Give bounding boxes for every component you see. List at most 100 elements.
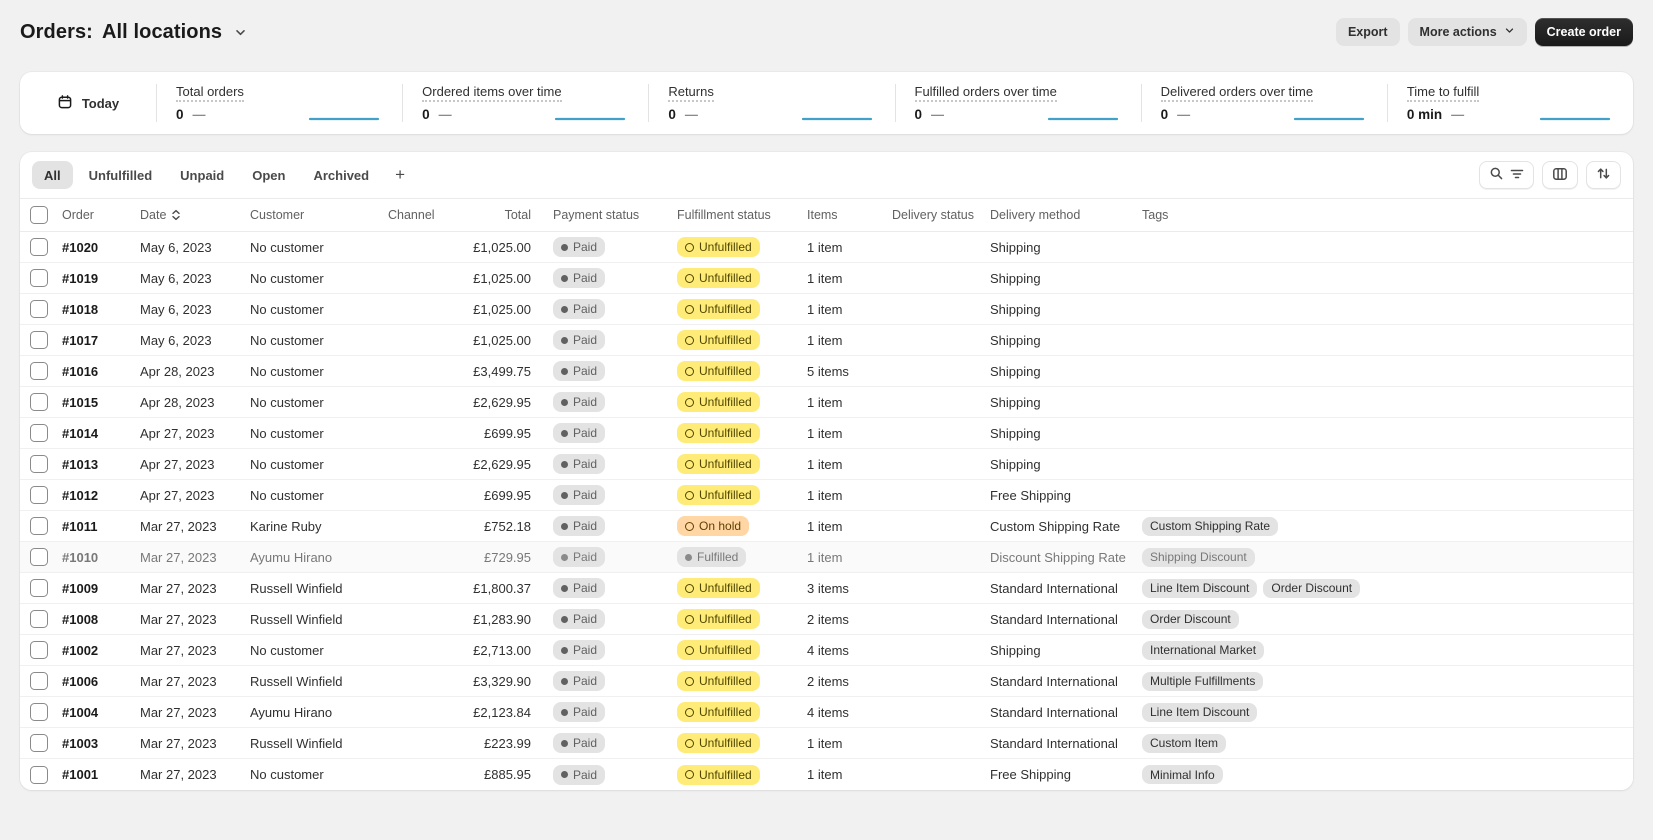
open-circle-icon	[685, 490, 694, 500]
add-view-button[interactable]: +	[385, 161, 415, 189]
location-selector[interactable]: Orders: All locations	[20, 21, 247, 44]
metric-ordered-items-over-time[interactable]: Ordered items over time 0—	[402, 72, 648, 134]
badge-label: On hold	[699, 519, 742, 533]
open-circle-icon	[685, 304, 694, 314]
table-row[interactable]: #1015 Apr 28, 2023 No customer £2,629.95 Pai…	[20, 387, 1633, 418]
customer-name: No customer	[250, 239, 324, 255]
fulfillment-status-cell: Unfulfilled	[677, 733, 807, 753]
create-order-button[interactable]: Create order	[1534, 18, 1633, 46]
metric-delivered-orders-over-time[interactable]: Delivered orders over time 0—	[1140, 72, 1387, 134]
table-row[interactable]: #1013 Apr 27, 2023 No customer £2,629.95 Pai…	[20, 449, 1633, 480]
payment-status-badge: Paid	[553, 454, 606, 474]
delivery-method: Standard International	[990, 735, 1118, 751]
badge-label: Paid	[573, 302, 598, 316]
payment-status-cell: Paid	[553, 268, 677, 288]
row-checkbox[interactable]	[30, 548, 48, 566]
badge-label: Unfulfilled	[699, 581, 752, 595]
table-row[interactable]: #1010 Mar 27, 2023 Ayumu Hirano £729.95 Paid…	[20, 542, 1633, 573]
customer-name: Ayumu Hirano	[250, 704, 333, 720]
tab-all[interactable]: All	[32, 161, 73, 189]
row-checkbox[interactable]	[30, 362, 48, 380]
open-circle-icon	[685, 521, 694, 531]
row-select-cell	[28, 300, 62, 318]
table-row[interactable]: #1009 Mar 27, 2023 Russell Winfield £1,800.…	[20, 573, 1633, 604]
row-checkbox[interactable]	[30, 238, 48, 256]
table-row[interactable]: #1008 Mar 27, 2023 Russell Winfield £1,283.…	[20, 604, 1633, 635]
table-row[interactable]: #1016 Apr 28, 2023 No customer £3,499.75 Pai…	[20, 356, 1633, 387]
columns-icon	[1552, 166, 1568, 185]
more-actions-button[interactable]: More actions	[1407, 18, 1527, 46]
delivery-method: Discount Shipping Rate	[990, 549, 1126, 565]
tag-pill: Custom Item	[1142, 733, 1227, 753]
items-count: 1 item	[807, 301, 843, 317]
row-checkbox[interactable]	[30, 486, 48, 504]
row-checkbox[interactable]	[30, 610, 48, 628]
fulfillment-status-cell: On hold	[677, 516, 807, 536]
export-button[interactable]: Export	[1335, 18, 1400, 46]
row-checkbox[interactable]	[30, 393, 48, 411]
search-icon	[1489, 166, 1504, 184]
row-checkbox[interactable]	[30, 517, 48, 535]
order-date: Mar 27, 2023	[140, 642, 217, 658]
table-row[interactable]: #1001 Mar 27, 2023 No customer £885.95 Paid U…	[20, 759, 1633, 790]
payment-status-badge: Paid	[553, 764, 606, 785]
table-body: #1020 May 6, 2023 No customer £1,025.00 Paid…	[20, 232, 1633, 790]
date-range-button[interactable]: Today	[20, 72, 156, 134]
row-checkbox[interactable]	[30, 672, 48, 690]
row-checkbox[interactable]	[30, 455, 48, 473]
row-checkbox[interactable]	[30, 703, 48, 721]
row-checkbox[interactable]	[30, 734, 48, 752]
tab-archived[interactable]: Archived	[301, 161, 381, 189]
header-actions: Export More actions Create order	[1335, 18, 1633, 46]
search-and-filter-button[interactable]	[1479, 161, 1534, 189]
sort-button[interactable]	[1586, 161, 1621, 189]
metric-total-orders[interactable]: Total orders 0—	[156, 72, 402, 134]
open-circle-icon	[685, 459, 694, 469]
table-row[interactable]: #1011 Mar 27, 2023 Karine Ruby £752.18 Paid O…	[20, 511, 1633, 542]
row-checkbox[interactable]	[30, 579, 48, 597]
fulfillment-status-cell: Unfulfilled	[677, 299, 807, 319]
table-row[interactable]: #1018 May 6, 2023 No customer £1,025.00 Paid…	[20, 294, 1633, 325]
tab-unpaid[interactable]: Unpaid	[168, 161, 236, 189]
tab-unfulfilled[interactable]: Unfulfilled	[77, 161, 165, 189]
tab-open[interactable]: Open	[240, 161, 297, 189]
select-all-checkbox[interactable]	[30, 206, 48, 224]
table-row[interactable]: #1003 Mar 27, 2023 Russell Winfield £223.99…	[20, 728, 1633, 759]
fulfillment-status-badge: Unfulfilled	[677, 454, 760, 474]
metric-fulfilled-orders-over-time[interactable]: Fulfilled orders over time 0—	[894, 72, 1141, 134]
row-checkbox[interactable]	[30, 331, 48, 349]
order-total: £3,329.90	[473, 673, 531, 689]
row-checkbox[interactable]	[30, 641, 48, 659]
customer-name: Russell Winfield	[250, 611, 343, 627]
table-row[interactable]: #1014 Apr 27, 2023 No customer £699.95 Paid U…	[20, 418, 1633, 449]
columns-button[interactable]	[1542, 161, 1578, 189]
payment-status-badge: Paid	[553, 392, 606, 412]
row-checkbox[interactable]	[30, 424, 48, 442]
table-row[interactable]: #1002 Mar 27, 2023 No customer £2,713.00 Pai…	[20, 635, 1633, 666]
order-number: #1010	[62, 549, 99, 565]
column-header-date[interactable]: Date	[140, 208, 250, 222]
order-total: £223.99	[484, 735, 531, 751]
row-checkbox[interactable]	[30, 300, 48, 318]
open-circle-icon	[685, 273, 694, 283]
table-row[interactable]: #1019 May 6, 2023 No customer £1,025.00 Paid…	[20, 263, 1633, 294]
customer-name: No customer	[250, 394, 324, 410]
table-row[interactable]: #1004 Mar 27, 2023 Ayumu Hirano £2,123.84 Pa…	[20, 697, 1633, 728]
metric-returns[interactable]: Returns 0—	[648, 72, 894, 134]
order-date: Apr 27, 2023	[140, 425, 215, 441]
table-row[interactable]: #1006 Mar 27, 2023 Russell Winfield £3,329.…	[20, 666, 1633, 697]
fulfillment-status-badge: On hold	[677, 516, 750, 536]
fulfillment-status-cell: Unfulfilled	[677, 485, 807, 505]
table-row[interactable]: #1012 Apr 27, 2023 No customer £699.95 Paid U…	[20, 480, 1633, 511]
badge-label: Unfulfilled	[699, 705, 752, 719]
table-row[interactable]: #1020 May 6, 2023 No customer £1,025.00 Paid…	[20, 232, 1633, 263]
delivery-method: Free Shipping	[990, 767, 1071, 782]
filled-dot-icon	[561, 522, 568, 530]
badge-label: Unfulfilled	[699, 395, 752, 409]
metric-value-row: 0—	[668, 107, 874, 122]
tabs: All Unfulfilled Unpaid Open Archived +	[32, 161, 415, 189]
table-row[interactable]: #1017 May 6, 2023 No customer £1,025.00 Paid…	[20, 325, 1633, 356]
row-checkbox[interactable]	[30, 269, 48, 287]
metric-time-to-fulfill[interactable]: Time to fulfill 0 min —	[1386, 72, 1633, 134]
row-checkbox[interactable]	[30, 765, 48, 784]
